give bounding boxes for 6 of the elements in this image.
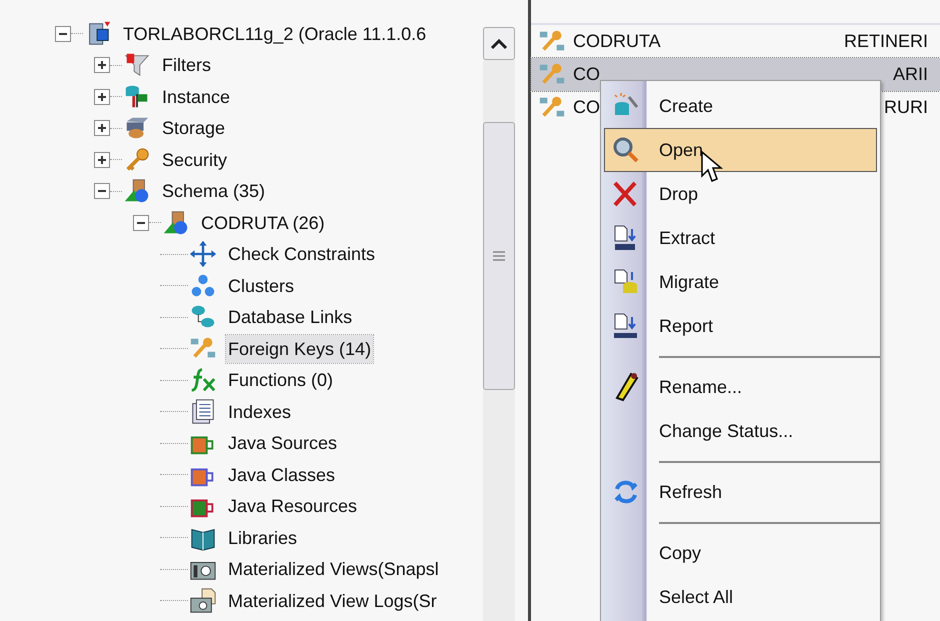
table-name: RURI [884,96,928,119]
owner-name: CO [573,96,600,119]
table-name: RETINERI [844,30,928,53]
table-name: ARII [892,63,928,86]
owner-name: CO [573,63,600,86]
owner-name: CODRUTA [573,30,661,53]
